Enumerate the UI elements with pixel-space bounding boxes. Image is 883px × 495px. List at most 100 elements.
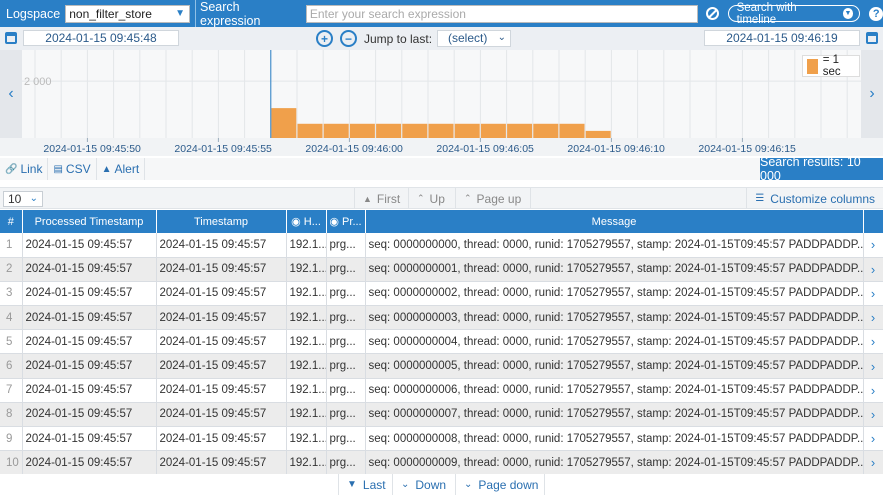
search-label: Search expression [200,0,261,28]
chart-prev-button[interactable]: ‹ [0,50,22,138]
jump-to-last-value: (select) [448,31,488,45]
row-host: 192.1... [286,378,327,403]
up-button[interactable]: ⌃ Up [408,188,453,209]
customize-columns-label: Customize columns [770,191,875,206]
table-row[interactable]: 1 2024-01-15 09:45:57 2024-01-15 09:45:57 1… [0,233,883,258]
col-header-process[interactable]: ◉ Pr... [326,210,366,233]
histogram-bar[interactable] [480,123,506,138]
table-row[interactable]: 9 2024-01-15 09:45:57 2024-01-15 09:45:57 1… [0,426,883,452]
histogram-bar[interactable] [323,123,349,138]
expand-row-chevron-icon[interactable]: › [863,426,883,452]
col-header-expand [863,210,883,233]
row-timestamp: 2024-01-15 09:45:57 [156,353,287,379]
link-button[interactable]: 🔗 Link [0,158,49,180]
row-message: seq: 0000000001, thread: 0000, runid: 17… [365,257,864,282]
page-down-button[interactable]: ⌄ Page down [455,474,546,495]
row-host: 192.1... [286,450,327,476]
x-tick-label: 2024-01-15 09:45:55 [174,143,272,155]
row-index: 7 [0,378,23,403]
histogram-bar[interactable] [297,123,323,138]
histogram-bar[interactable] [585,130,611,138]
histogram-bar[interactable] [507,123,533,138]
expand-row-chevron-icon[interactable]: › [863,329,883,355]
table-row[interactable]: 6 2024-01-15 09:45:57 2024-01-15 09:45:57 1… [0,353,883,379]
table-row[interactable]: 4 2024-01-15 09:45:57 2024-01-15 09:45:57 1… [0,305,883,331]
chevron-down-icon: ▼ [175,7,186,19]
col-header-index: # [0,210,23,233]
columns-icon: ☰ [755,193,765,204]
row-processed-timestamp: 2024-01-15 09:45:57 [22,329,157,355]
table-row[interactable]: 8 2024-01-15 09:45:57 2024-01-15 09:45:57 1… [0,402,883,428]
jump-to-last-select[interactable]: (select) ⌄ [437,30,511,47]
expand-row-chevron-icon[interactable]: › [863,257,883,282]
chevron-down-icon: ⌄ [401,479,410,490]
histogram-bar[interactable] [533,123,559,138]
table-row[interactable]: 3 2024-01-15 09:45:57 2024-01-15 09:45:57 1… [0,281,883,307]
clear-search-icon[interactable] [705,7,719,20]
search-input[interactable]: Enter your search expression [305,4,698,23]
col-header-timestamp[interactable]: Timestamp [156,210,287,233]
table-row[interactable]: 7 2024-01-15 09:45:57 2024-01-15 09:45:57 1… [0,378,883,403]
search-results-count: Search results: 10 000 [760,155,883,183]
chart-next-button[interactable]: › [861,50,883,138]
histogram-bar[interactable] [271,108,297,138]
row-process: prg... [326,353,366,379]
histogram-bar[interactable] [349,123,375,138]
down-button[interactable]: ⌄ Down [392,474,454,495]
calendar-icon[interactable] [866,32,878,44]
row-timestamp: 2024-01-15 09:45:57 [156,450,287,476]
table-body: 1 2024-01-15 09:45:57 2024-01-15 09:45:57 1… [0,233,883,476]
col-header-host[interactable]: ◉ H... [286,210,327,233]
table-row[interactable]: 2 2024-01-15 09:45:57 2024-01-15 09:45:57 1… [0,257,883,282]
start-time-input[interactable]: 2024-01-15 09:45:48 [23,30,179,46]
row-processed-timestamp: 2024-01-15 09:45:57 [22,257,157,282]
csv-icon: ▤ [53,163,63,175]
row-message: seq: 0000000000, thread: 0000, runid: 17… [365,233,864,258]
histogram-bar[interactable] [428,123,454,138]
expand-row-chevron-icon[interactable]: › [863,402,883,428]
page-up-button[interactable]: ⌃ Page up [455,188,529,209]
bell-icon: ▲ [101,163,112,175]
search-with-timeline-button[interactable]: Search with timeline ▼ [727,2,861,26]
row-process: prg... [326,281,366,307]
last-label: Last [362,477,386,492]
histogram-bar[interactable] [376,123,402,138]
zoom-in-icon[interactable]: + [316,30,333,47]
page-size-select[interactable]: 10 ⌄ [3,191,43,207]
table-row[interactable]: 10 2024-01-15 09:45:57 2024-01-15 09:45:57… [0,450,883,476]
last-page-button[interactable]: ▼ Last [338,474,394,495]
expand-row-chevron-icon[interactable]: › [863,450,883,476]
table-row[interactable]: 5 2024-01-15 09:45:57 2024-01-15 09:45:57 1… [0,329,883,355]
row-processed-timestamp: 2024-01-15 09:45:57 [22,426,157,452]
end-time-input[interactable]: 2024-01-15 09:46:19 [704,30,860,46]
histogram-bar[interactable] [559,123,585,138]
expand-row-chevron-icon[interactable]: › [863,281,883,307]
legend-label: = 1 sec [822,54,841,78]
csv-button[interactable]: ▤ CSV [48,158,97,180]
logspace-label: Logspace [6,6,61,21]
time-range-bar: 2024-01-15 09:45:48 + − Jump to last: (s… [0,27,883,50]
histogram-bar[interactable] [402,123,428,138]
histogram-bar[interactable] [454,123,480,138]
col-header-processed-timestamp[interactable]: Processed Timestamp [22,210,157,233]
row-process: prg... [326,378,366,403]
help-icon[interactable]: ? [869,6,883,21]
first-page-button[interactable]: ▲ First [354,188,408,209]
expand-row-chevron-icon[interactable]: › [863,233,883,258]
last-icon: ▼ [347,479,357,490]
expand-row-chevron-icon[interactable]: › [863,305,883,331]
histogram-svg[interactable]: 2 000 [0,50,883,156]
alert-button[interactable]: ▲ Alert [97,158,146,180]
x-tick-label: 2024-01-15 09:46:00 [305,143,403,155]
customize-columns-button[interactable]: ☰ Customize columns [746,188,883,209]
expand-row-chevron-icon[interactable]: › [863,353,883,379]
row-timestamp: 2024-01-15 09:45:57 [156,402,287,428]
calendar-icon[interactable] [5,32,17,44]
expand-row-chevron-icon[interactable]: › [863,378,883,403]
zoom-out-icon[interactable]: − [340,30,357,47]
row-processed-timestamp: 2024-01-15 09:45:57 [22,450,157,476]
logspace-select[interactable]: non_filter_store ▼ [65,4,191,23]
col-header-message[interactable]: Message [365,210,864,233]
down-label: Down [415,477,447,492]
first-label: First [376,191,401,206]
